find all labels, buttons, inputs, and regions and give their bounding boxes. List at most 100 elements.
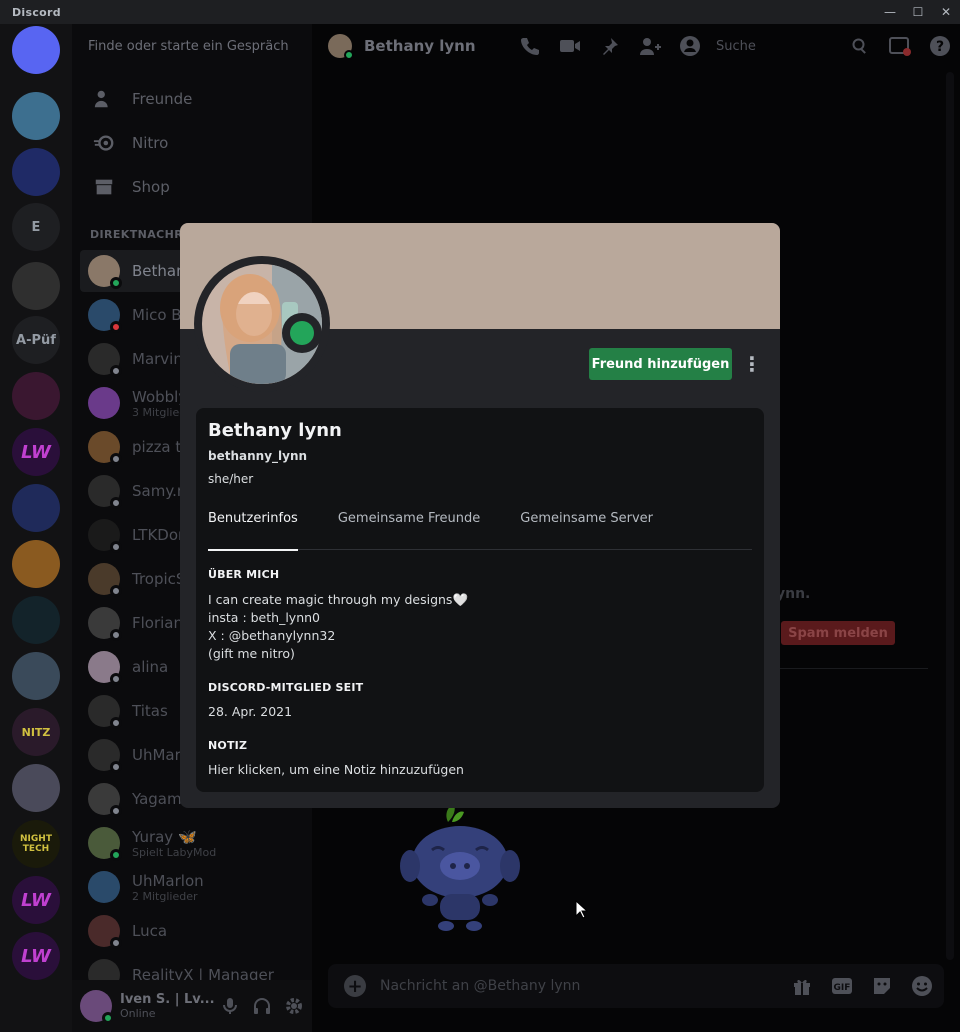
server-nitz[interactable]: NITZ bbox=[12, 708, 60, 756]
dm-name: alina bbox=[132, 658, 169, 676]
add-attachment-icon[interactable]: + bbox=[344, 975, 366, 997]
microphone-icon[interactable] bbox=[220, 990, 240, 1022]
status-dot bbox=[110, 321, 122, 333]
server-avatar-3[interactable] bbox=[12, 652, 60, 700]
profile-username: bethanny_lynn bbox=[208, 449, 308, 463]
about-line: X : @bethanylynn32 bbox=[208, 628, 336, 643]
nav-friends[interactable]: Freunde bbox=[80, 78, 304, 120]
profile-modal: Freund hinzufügen ⋮ Bethany lynn bethann… bbox=[180, 223, 780, 808]
status-dot bbox=[110, 497, 122, 509]
dm-avatar bbox=[88, 695, 122, 729]
app-title: Discord bbox=[12, 5, 61, 19]
dm-avatar bbox=[88, 519, 122, 553]
nav-nitro[interactable]: Nitro bbox=[80, 122, 304, 164]
status-dot bbox=[110, 277, 122, 289]
profile-pronouns: she/her bbox=[208, 472, 254, 486]
status-dot bbox=[110, 805, 122, 817]
dm-avatar bbox=[88, 739, 122, 773]
about-line: I can create magic through my designs🤍 bbox=[208, 592, 469, 607]
user-status-dot bbox=[102, 1012, 114, 1024]
status-dot bbox=[110, 585, 122, 597]
dm-search-input[interactable]: Finde oder starte ein Gespräch bbox=[88, 24, 289, 68]
dm-item[interactable]: UhMarlon 2 Mitglieder bbox=[80, 866, 304, 908]
dm-name: Florian bbox=[132, 614, 184, 632]
chat-user-avatar bbox=[328, 34, 354, 60]
server-nighttech[interactable]: NIGHT TECH bbox=[12, 820, 60, 868]
server-avatar-4[interactable] bbox=[12, 764, 60, 812]
chat-top-bar: Bethany lynn Suche ? bbox=[312, 24, 960, 68]
server-avatar-2[interactable] bbox=[12, 262, 60, 310]
dm-name: Luca bbox=[132, 922, 168, 940]
spam-report-button[interactable]: Spam melden bbox=[781, 621, 895, 645]
shop-icon bbox=[92, 175, 116, 199]
user-profile-icon[interactable] bbox=[670, 24, 710, 68]
user-panel: Iven S. | Lv... Online bbox=[72, 980, 312, 1032]
dm-name: Titas bbox=[132, 702, 168, 720]
dm-subtitle: 2 Mitglieder bbox=[132, 889, 198, 903]
add-friend-button[interactable]: Freund hinzufügen bbox=[589, 348, 732, 380]
server-pink[interactable] bbox=[12, 372, 60, 420]
nitro-icon bbox=[92, 131, 116, 155]
pin-icon[interactable] bbox=[590, 24, 630, 68]
user-name: Iven S. | Lv... bbox=[120, 992, 215, 1007]
dm-item[interactable]: Yuray 🦋 Spielt LabyMod bbox=[80, 822, 304, 864]
add-member-icon[interactable] bbox=[630, 24, 670, 68]
help-icon[interactable]: ? bbox=[920, 24, 960, 68]
wumpus-illustration bbox=[396, 800, 526, 944]
svg-text:GIF: GIF bbox=[834, 983, 851, 993]
maximize-button[interactable]: ☐ bbox=[904, 0, 932, 24]
server-orange[interactable] bbox=[12, 540, 60, 588]
server-avatar-1[interactable] bbox=[12, 92, 60, 140]
nav-friends-label: Freunde bbox=[132, 90, 193, 108]
server-e[interactable]: E bbox=[12, 203, 60, 251]
gif-icon[interactable]: GIF bbox=[826, 970, 858, 1002]
tab-user-info[interactable]: Benutzerinfos bbox=[208, 510, 298, 551]
headphones-icon[interactable] bbox=[252, 990, 272, 1022]
message-input-bar[interactable]: + Nachricht an @Bethany lynn GIF bbox=[328, 964, 944, 1008]
gift-icon[interactable] bbox=[786, 970, 818, 1002]
home[interactable] bbox=[12, 26, 60, 74]
about-line: (gift me nitro) bbox=[208, 646, 295, 661]
tab-mutual-servers[interactable]: Gemeinsame Server bbox=[520, 510, 653, 550]
more-options-icon[interactable]: ⋮ bbox=[742, 348, 762, 380]
inbox-icon[interactable] bbox=[880, 24, 920, 68]
dm-name: pizza ti bbox=[132, 438, 186, 456]
dm-avatar bbox=[88, 563, 122, 597]
tab-mutual-friends[interactable]: Gemeinsame Freunde bbox=[338, 510, 480, 550]
server-dark[interactable] bbox=[12, 596, 60, 644]
server-a-puf[interactable]: A-Püf bbox=[12, 316, 60, 364]
title-bar: Discord — ☐ ✕ bbox=[0, 0, 960, 24]
status-dot bbox=[110, 717, 122, 729]
close-button[interactable]: ✕ bbox=[932, 0, 960, 24]
voice-call-icon[interactable] bbox=[510, 24, 550, 68]
nav-nitro-label: Nitro bbox=[132, 134, 169, 152]
profile-display-name: Bethany lynn bbox=[208, 420, 342, 441]
status-dot bbox=[110, 365, 122, 377]
server-lw-3[interactable]: LW bbox=[12, 932, 60, 980]
chat-user-status-dot bbox=[344, 50, 354, 60]
dm-item[interactable]: Luca bbox=[80, 910, 304, 952]
dm-avatar bbox=[88, 475, 122, 509]
server-lw-1[interactable]: LW bbox=[12, 428, 60, 476]
server-lw-2[interactable]: LW bbox=[12, 876, 60, 924]
server-cloud[interactable] bbox=[12, 484, 60, 532]
header-search-input[interactable]: Suche bbox=[710, 39, 840, 54]
member-since-date: 28. Apr. 2021 bbox=[208, 704, 293, 719]
emoji-icon[interactable] bbox=[906, 970, 938, 1002]
dm-name: Marvin bbox=[132, 350, 183, 368]
dm-avatar bbox=[88, 651, 122, 685]
sticker-icon[interactable] bbox=[866, 970, 898, 1002]
dm-name: UhMarlon bbox=[132, 871, 204, 890]
server-folder[interactable] bbox=[12, 148, 60, 196]
dm-avatar bbox=[88, 387, 120, 419]
note-input[interactable]: Hier klicken, um eine Notiz hinzuzufügen bbox=[208, 761, 464, 779]
dm-avatar bbox=[88, 299, 122, 333]
message-input[interactable]: Nachricht an @Bethany lynn bbox=[380, 978, 580, 994]
user-avatar[interactable] bbox=[80, 990, 114, 1024]
chat-scrollbar[interactable] bbox=[946, 72, 954, 960]
about-me-heading: ÜBER MICH bbox=[208, 568, 280, 581]
nav-shop[interactable]: Shop bbox=[80, 166, 304, 208]
video-call-icon[interactable] bbox=[550, 24, 590, 68]
settings-gear-icon[interactable] bbox=[284, 990, 304, 1022]
minimize-button[interactable]: — bbox=[876, 0, 904, 24]
